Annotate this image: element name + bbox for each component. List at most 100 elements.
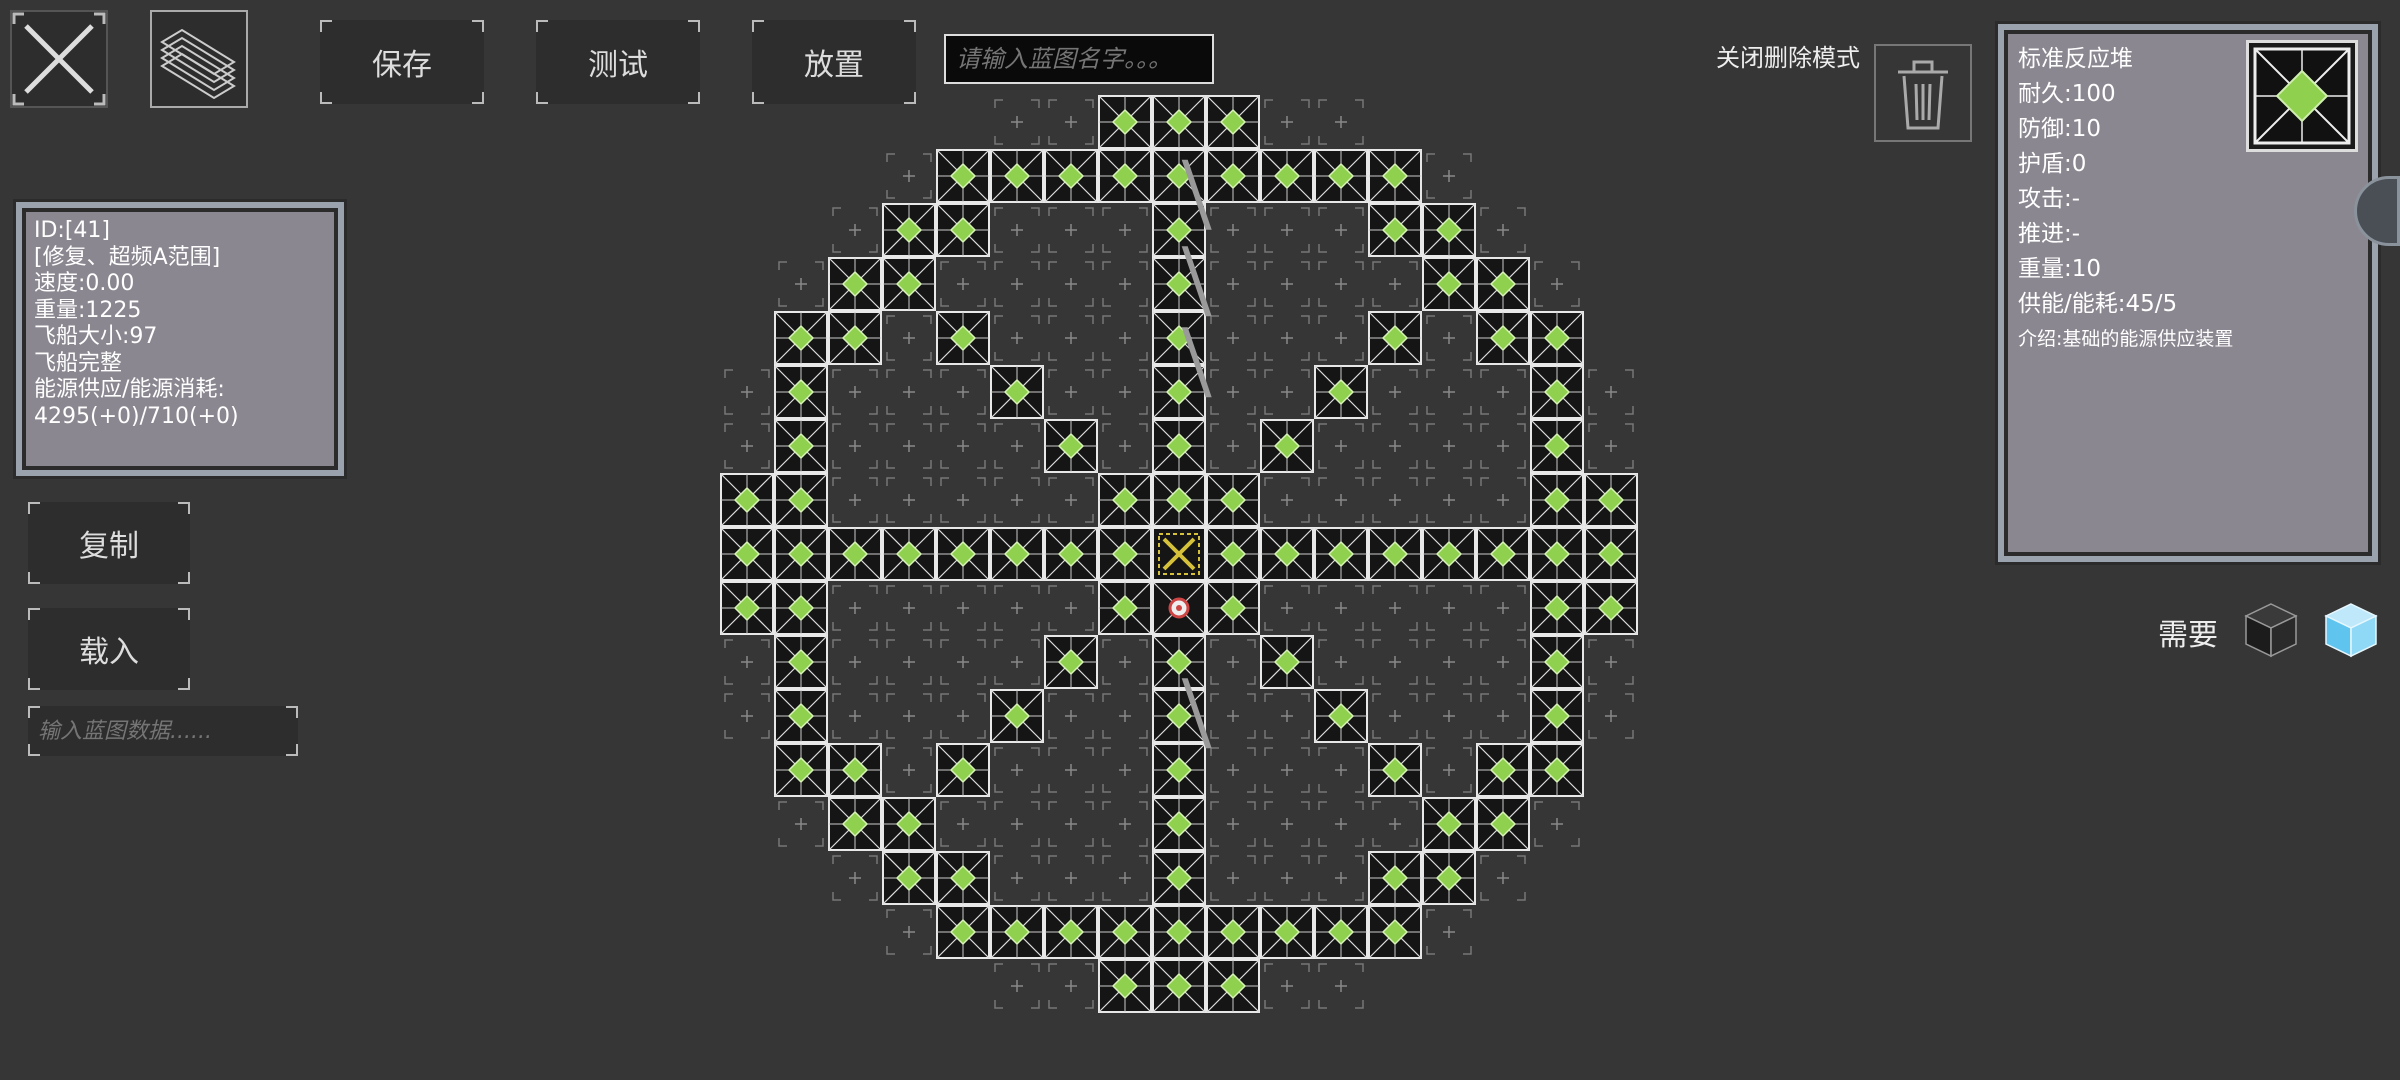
reactor-block[interactable]: [1584, 581, 1638, 635]
reactor-block[interactable]: [1152, 959, 1206, 1013]
reactor-block[interactable]: [1422, 257, 1476, 311]
reactor-block[interactable]: [990, 905, 1044, 959]
empty-slot[interactable]: [832, 477, 878, 523]
empty-slot[interactable]: [886, 153, 932, 199]
empty-slot[interactable]: [994, 801, 1040, 847]
empty-slot[interactable]: [1318, 99, 1364, 145]
empty-slot[interactable]: [1588, 639, 1634, 685]
load-button[interactable]: 载入: [28, 608, 190, 690]
empty-slot[interactable]: [1480, 585, 1526, 631]
empty-slot[interactable]: [724, 639, 770, 685]
empty-slot[interactable]: [1048, 801, 1094, 847]
reactor-block[interactable]: [990, 365, 1044, 419]
empty-slot[interactable]: [1210, 261, 1256, 307]
reactor-block[interactable]: [1530, 743, 1584, 797]
empty-slot[interactable]: [1318, 207, 1364, 253]
reactor-block[interactable]: [882, 257, 936, 311]
empty-slot[interactable]: [940, 585, 986, 631]
empty-slot[interactable]: [994, 261, 1040, 307]
empty-slot[interactable]: [1102, 315, 1148, 361]
empty-slot[interactable]: [1534, 801, 1580, 847]
reactor-block[interactable]: [1530, 635, 1584, 689]
empty-slot[interactable]: [940, 261, 986, 307]
empty-slot[interactable]: [1318, 963, 1364, 1009]
empty-slot[interactable]: [1426, 747, 1472, 793]
empty-slot[interactable]: [1264, 261, 1310, 307]
reactor-block[interactable]: [1098, 473, 1152, 527]
reactor-block[interactable]: [1152, 905, 1206, 959]
reactor-block[interactable]: [828, 527, 882, 581]
reactor-block[interactable]: [1530, 473, 1584, 527]
reactor-block[interactable]: [1152, 851, 1206, 905]
reactor-block[interactable]: [1206, 959, 1260, 1013]
empty-slot[interactable]: [1102, 639, 1148, 685]
reactor-block[interactable]: [1044, 149, 1098, 203]
reactor-block[interactable]: [828, 743, 882, 797]
reactor-block[interactable]: [1314, 905, 1368, 959]
reactor-block[interactable]: [1368, 851, 1422, 905]
empty-slot[interactable]: [1048, 747, 1094, 793]
reactor-block[interactable]: [1260, 527, 1314, 581]
reactor-block[interactable]: [720, 473, 774, 527]
empty-slot[interactable]: [832, 693, 878, 739]
empty-slot[interactable]: [1048, 315, 1094, 361]
reactor-block[interactable]: [990, 689, 1044, 743]
empty-slot[interactable]: [1048, 261, 1094, 307]
reactor-block[interactable]: [774, 311, 828, 365]
empty-slot[interactable]: [1372, 693, 1418, 739]
empty-slot[interactable]: [1480, 693, 1526, 739]
reactor-block[interactable]: [1476, 797, 1530, 851]
reactor-block[interactable]: [1314, 689, 1368, 743]
reactor-block[interactable]: [1422, 203, 1476, 257]
reactor-block[interactable]: [1152, 797, 1206, 851]
reactor-block[interactable]: [1152, 419, 1206, 473]
core-module-icon[interactable]: [1152, 527, 1206, 581]
empty-slot[interactable]: [832, 369, 878, 415]
blueprint-name-input[interactable]: [946, 36, 1212, 82]
empty-slot[interactable]: [1048, 693, 1094, 739]
test-button[interactable]: 测试: [536, 20, 700, 104]
empty-slot[interactable]: [1048, 855, 1094, 901]
reactor-block[interactable]: [720, 527, 774, 581]
reactor-block[interactable]: [828, 311, 882, 365]
empty-slot[interactable]: [1318, 855, 1364, 901]
empty-slot[interactable]: [886, 909, 932, 955]
empty-slot[interactable]: [1318, 261, 1364, 307]
reactor-block[interactable]: [1260, 635, 1314, 689]
empty-slot[interactable]: [1210, 423, 1256, 469]
reactor-block[interactable]: [828, 797, 882, 851]
reactor-block[interactable]: [990, 149, 1044, 203]
reactor-block[interactable]: [1476, 527, 1530, 581]
reactor-block[interactable]: [1314, 149, 1368, 203]
place-button[interactable]: 放置: [752, 20, 916, 104]
empty-slot[interactable]: [1426, 153, 1472, 199]
empty-slot[interactable]: [1426, 693, 1472, 739]
empty-slot[interactable]: [1264, 855, 1310, 901]
reactor-block[interactable]: [1206, 905, 1260, 959]
reactor-block[interactable]: [1098, 581, 1152, 635]
empty-slot[interactable]: [1102, 207, 1148, 253]
empty-slot[interactable]: [1372, 801, 1418, 847]
empty-slot[interactable]: [1264, 207, 1310, 253]
reactor-block[interactable]: [936, 905, 990, 959]
empty-slot[interactable]: [832, 639, 878, 685]
empty-slot[interactable]: [1102, 747, 1148, 793]
reactor-block[interactable]: [1098, 905, 1152, 959]
empty-slot[interactable]: [994, 423, 1040, 469]
empty-slot[interactable]: [886, 315, 932, 361]
blueprint-grid[interactable]: [720, 95, 1650, 1025]
reactor-block[interactable]: [936, 851, 990, 905]
empty-slot[interactable]: [1048, 585, 1094, 631]
empty-slot[interactable]: [1318, 639, 1364, 685]
empty-slot[interactable]: [1264, 369, 1310, 415]
empty-slot[interactable]: [994, 99, 1040, 145]
empty-slot[interactable]: [1210, 801, 1256, 847]
reactor-block[interactable]: [882, 797, 936, 851]
empty-slot[interactable]: [832, 585, 878, 631]
empty-slot[interactable]: [1264, 801, 1310, 847]
reactor-block[interactable]: [1206, 527, 1260, 581]
empty-slot[interactable]: [1102, 801, 1148, 847]
empty-slot[interactable]: [886, 693, 932, 739]
empty-slot[interactable]: [1372, 639, 1418, 685]
empty-slot[interactable]: [1480, 477, 1526, 523]
